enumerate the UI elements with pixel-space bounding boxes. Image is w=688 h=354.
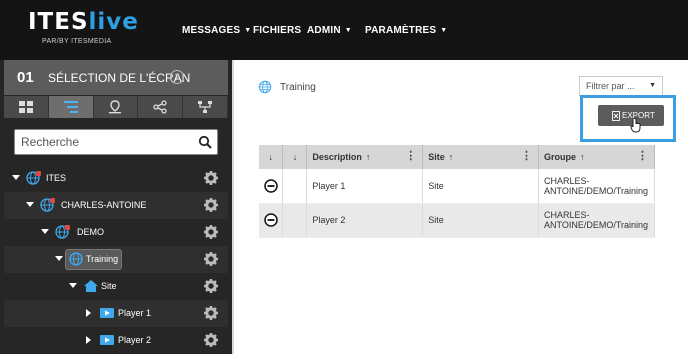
column-description[interactable]: Description ↑ ⋮ — [306, 145, 424, 169]
screen-tree: ITES CHARLES-ANTOINE DEMO Training Site … — [4, 165, 228, 354]
gear-icon[interactable] — [203, 224, 219, 240]
home-icon — [84, 280, 98, 292]
tree-list-icon — [63, 101, 78, 113]
player-icon — [100, 308, 114, 318]
remove-cell[interactable] — [259, 203, 284, 238]
sort-up-icon: ↑ — [365, 152, 371, 162]
sidebar-header: 01 SÉLECTION DE L'ÉCRAN ? — [4, 60, 228, 95]
column-site[interactable]: Site ↑ ⋮ — [422, 145, 539, 169]
help-icon[interactable]: ? — [170, 70, 184, 84]
expand-arrow-icon[interactable] — [41, 229, 49, 234]
share-icon — [153, 100, 167, 114]
tab-share[interactable] — [138, 96, 184, 118]
nav-messages[interactable]: MESSAGES ▼ — [182, 25, 251, 36]
filter-select[interactable]: Filtrer par ... ▼ — [579, 76, 663, 96]
location-icon — [109, 100, 122, 114]
cell-site: Site — [422, 169, 539, 204]
column-menu-icon[interactable]: ⋮ — [405, 151, 416, 162]
table-header-row: ↓ ↓ Description ↑ ⋮ Site ↑ ⋮ Groupe ↑ ⋮ — [259, 145, 655, 169]
sort-column-2[interactable]: ↓ — [282, 145, 308, 169]
column-groupe[interactable]: Groupe ↑ ⋮ — [538, 145, 655, 169]
globe-icon — [69, 252, 83, 266]
expand-arrow-icon[interactable] — [55, 256, 63, 261]
globe-lock-icon — [26, 171, 41, 185]
tab-tree-list[interactable] — [48, 96, 94, 118]
tree-item-charles-antoine[interactable]: CHARLES-ANTOINE — [4, 192, 228, 219]
remove-circle-icon[interactable] — [263, 179, 278, 193]
search-icon[interactable] — [198, 135, 212, 149]
tree-item-training[interactable]: Training — [4, 246, 228, 273]
tab-hierarchy[interactable] — [183, 96, 228, 118]
tab-location[interactable] — [93, 96, 139, 118]
gear-icon[interactable] — [203, 251, 219, 267]
globe-lock-icon — [55, 225, 70, 239]
main-panel: Training Filtrer par ... ▼ EXPORT ↓ ↓ De… — [232, 60, 688, 354]
gear-icon[interactable] — [203, 332, 219, 348]
sidebar-title: SÉLECTION DE L'ÉCRAN — [48, 71, 191, 85]
caret-down-icon: ▼ — [244, 27, 252, 34]
brand-tagline: PAR/BY ITESMEDIA — [42, 38, 112, 45]
cell-site: Site — [422, 203, 539, 238]
nav-parametres[interactable]: PARAMÈTRES ▼ — [365, 25, 447, 36]
remove-cell[interactable] — [259, 169, 284, 204]
player-icon — [100, 335, 114, 345]
table-row[interactable]: Player 2 Site CHARLES-ANTOINE/DEMO/Train… — [259, 203, 655, 238]
cell-groupe: CHARLES-ANTOINE/DEMO/Training — [538, 203, 655, 238]
expand-arrow-icon[interactable] — [26, 202, 34, 207]
tree-item-demo[interactable]: DEMO — [4, 219, 228, 246]
sort-down-icon: ↓ — [268, 152, 273, 162]
excel-file-icon — [612, 111, 620, 121]
search-input[interactable] — [15, 130, 193, 154]
cell-description: Player 2 — [306, 203, 424, 238]
empty-cell — [282, 203, 308, 238]
brand-logo[interactable]: ITESlive — [28, 9, 139, 35]
column-menu-icon[interactable]: ⋮ — [637, 151, 648, 162]
cell-description: Player 1 — [306, 169, 424, 204]
caret-down-icon: ▼ — [440, 27, 448, 34]
sidebar: 01 SÉLECTION DE L'ÉCRAN ? ITES — [0, 60, 232, 354]
column-menu-icon[interactable]: ⋮ — [521, 151, 532, 162]
tab-grid[interactable] — [4, 96, 49, 118]
remove-circle-icon[interactable] — [263, 213, 278, 227]
grid-icon — [18, 101, 33, 113]
cell-groupe: CHARLES-ANTOINE/DEMO/Training — [538, 169, 655, 204]
gear-icon[interactable] — [203, 305, 219, 321]
sidebar-tabs — [4, 96, 228, 118]
tree-item-player-1[interactable]: Player 1 — [4, 300, 228, 327]
globe-icon — [258, 80, 272, 94]
top-navigation-bar: ITESlive PAR/BY ITESMEDIA MESSAGES ▼ FICH… — [0, 0, 688, 60]
empty-cell — [282, 169, 308, 204]
expand-arrow-icon[interactable] — [12, 175, 20, 180]
step-number: 01 — [17, 69, 34, 86]
search-box — [14, 129, 218, 155]
collapse-arrow-icon[interactable] — [86, 309, 91, 317]
collapse-arrow-icon[interactable] — [86, 336, 91, 344]
sort-up-icon: ↑ — [448, 152, 454, 162]
tree-item-ites[interactable]: ITES — [4, 165, 228, 192]
expand-arrow-icon[interactable] — [69, 283, 77, 288]
gear-icon[interactable] — [203, 197, 219, 213]
hierarchy-icon — [198, 101, 213, 113]
hand-cursor-icon — [630, 118, 641, 133]
sort-column-1[interactable]: ↓ — [259, 145, 284, 169]
sort-down-icon: ↓ — [292, 152, 298, 162]
caret-down-icon: ▼ — [649, 82, 656, 89]
table-row[interactable]: Player 1 Site CHARLES-ANTOINE/DEMO/Train… — [259, 169, 655, 204]
sort-up-icon: ↑ — [580, 152, 585, 162]
tree-item-site[interactable]: Site — [4, 273, 228, 300]
players-table: ↓ ↓ Description ↑ ⋮ Site ↑ ⋮ Groupe ↑ ⋮ Player… — [259, 145, 655, 238]
nav-admin[interactable]: ADMIN ▼ — [307, 25, 352, 36]
breadcrumb: Training — [280, 82, 316, 93]
tree-item-player-2[interactable]: Player 2 — [4, 327, 228, 354]
caret-down-icon: ▼ — [344, 27, 352, 34]
globe-lock-icon — [40, 198, 55, 212]
gear-icon[interactable] — [203, 170, 219, 186]
gear-icon[interactable] — [203, 278, 219, 294]
nav-fichiers[interactable]: FICHIERS — [253, 25, 301, 36]
